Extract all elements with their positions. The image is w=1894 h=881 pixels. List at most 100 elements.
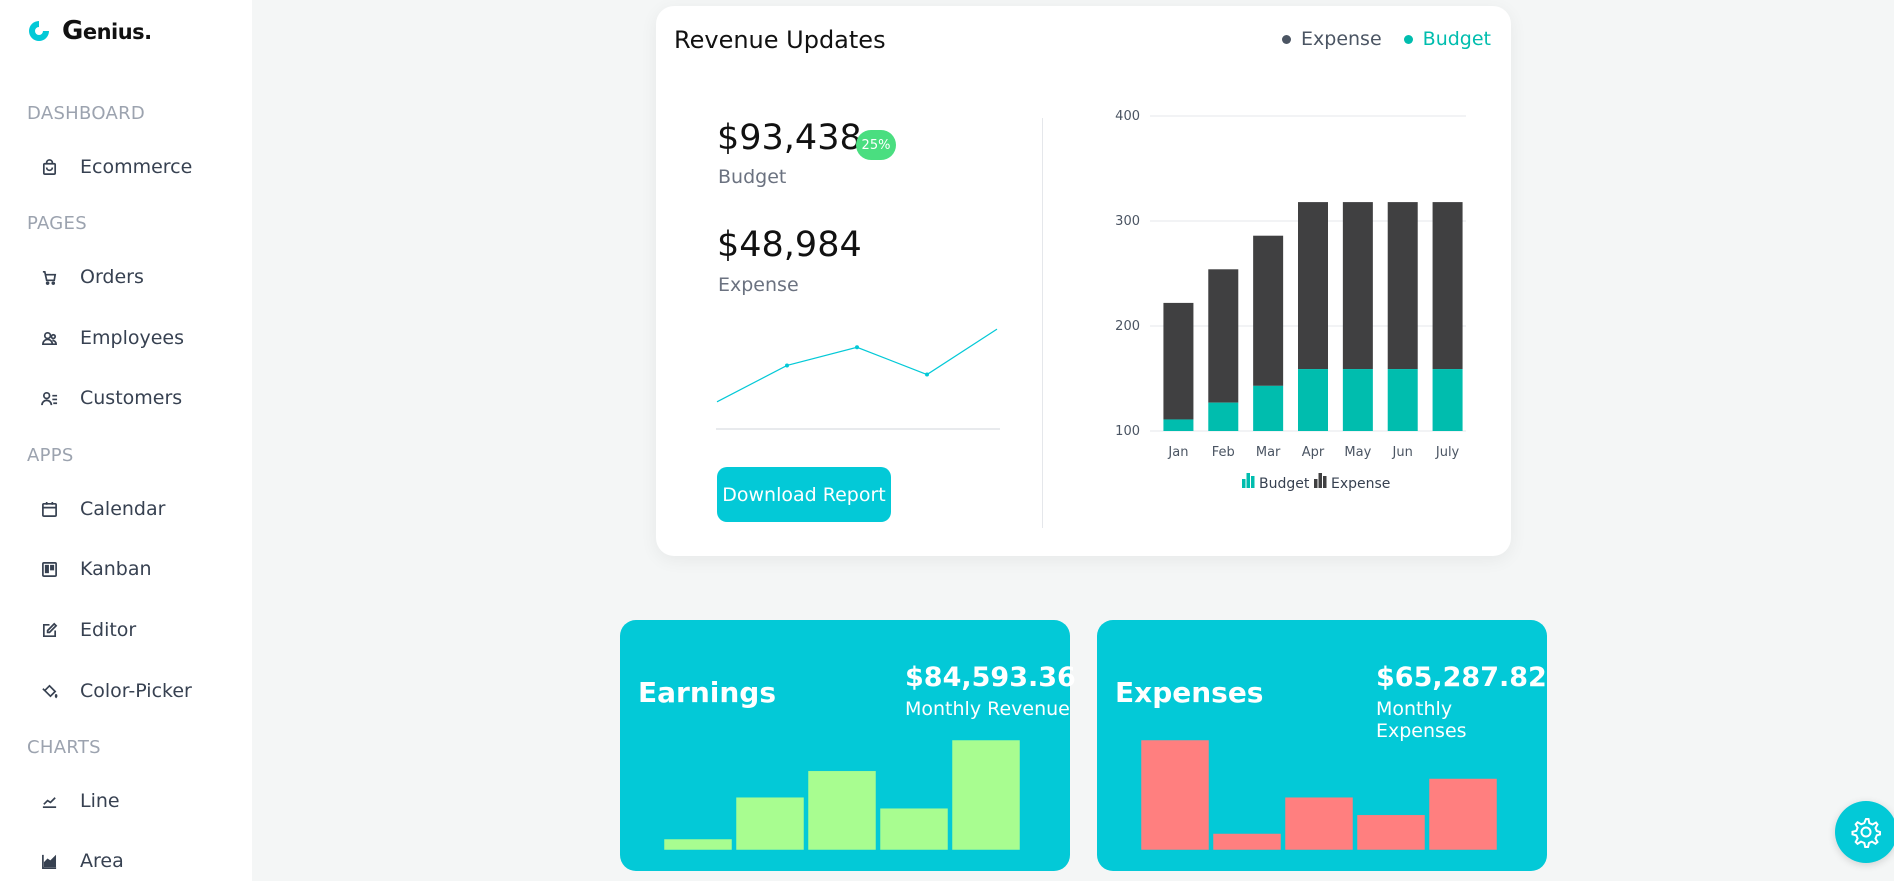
kanban-icon <box>40 560 58 578</box>
sidebar-item-ecommerce[interactable]: Ecommerce <box>40 151 192 183</box>
earnings-title: Earnings <box>638 676 777 709</box>
revenue-bar-chart: 100 200 300 400 Jan Feb Mar Apr May Jun July Budget… <box>1115 109 1466 492</box>
sidebar-item-label: Editor <box>80 619 137 641</box>
sidebar-item-label: Kanban <box>80 558 152 580</box>
section-title-charts: CHARTS <box>27 737 101 758</box>
x-tick-label: May <box>1344 445 1371 460</box>
legend-label: Expense <box>1331 476 1390 492</box>
sidebar: Genius. DASHBOARD Ecommerce PAGES Orders… <box>0 0 252 881</box>
sidebar-item-label: Calendar <box>80 498 166 520</box>
bar-expense <box>1253 235 1284 386</box>
bar-budget <box>1208 402 1239 431</box>
gear-icon <box>1851 818 1881 848</box>
divider <box>1042 118 1043 528</box>
sparkline-point <box>855 345 859 350</box>
bar-budget <box>1163 419 1194 431</box>
settings-button[interactable] <box>1835 801 1894 863</box>
sidebar-item-label: Orders <box>80 266 144 288</box>
sidebar-item-label: Color-Picker <box>80 680 192 702</box>
sidebar-item-label: Ecommerce <box>80 156 193 178</box>
bar-expense <box>1387 202 1418 370</box>
bar-expense <box>1298 202 1328 370</box>
section-title-dashboard: DASHBOARD <box>27 103 146 124</box>
y-tick-label: 400 <box>1115 109 1140 124</box>
sidebar-item-kanban[interactable]: Kanban <box>40 553 152 585</box>
y-tick-label: 200 <box>1115 319 1140 334</box>
legend-icon <box>1251 476 1255 488</box>
expense-dot-icon <box>1282 34 1292 44</box>
x-tick-label: Jun <box>1392 445 1413 460</box>
users-icon <box>40 329 58 347</box>
legend: Expense Budget <box>1282 28 1491 50</box>
expense-value: $48,984 <box>717 225 862 265</box>
sparkline-point <box>785 363 789 368</box>
legend-icon <box>1323 476 1327 488</box>
budget-dot-icon <box>1403 34 1413 44</box>
legend-expense: Expense <box>1282 28 1382 50</box>
bar-expense <box>1432 202 1463 370</box>
mini-bar <box>879 807 949 851</box>
legend-label: Budget <box>1259 476 1310 492</box>
percent-badge: 25% <box>856 130 896 160</box>
sidebar-item-orders[interactable]: Orders <box>40 261 144 293</box>
x-tick-label: July <box>1435 445 1460 460</box>
download-report-button[interactable]: Download Report <box>717 467 891 522</box>
area-chart-icon <box>40 852 58 870</box>
bar-budget <box>1387 369 1418 431</box>
x-tick-label: Feb <box>1212 445 1235 460</box>
mini-bar <box>1140 740 1210 851</box>
shopping-bag-icon <box>40 158 58 176</box>
customer-icon <box>40 389 58 407</box>
sidebar-item-calendar[interactable]: Calendar <box>40 493 165 525</box>
logo[interactable]: Genius. <box>26 16 152 46</box>
bar-expense <box>1163 302 1194 420</box>
earnings-card: Earnings $84,593.36 Monthly Revenue <box>620 620 1076 871</box>
sidebar-item-label: Employees <box>80 327 184 349</box>
earnings-mini-chart <box>663 740 1021 851</box>
y-tick-label: 100 <box>1115 424 1140 439</box>
mini-bar <box>735 796 805 851</box>
line-chart-icon <box>40 792 58 810</box>
sidebar-item-color-picker[interactable]: Color-Picker <box>40 675 192 707</box>
budget-label: Budget <box>718 166 787 188</box>
bar-expense <box>1208 269 1239 403</box>
expenses-sub: Monthly Expenses <box>1376 698 1467 742</box>
sidebar-item-label: Customers <box>80 387 183 409</box>
sidebar-item-line[interactable]: Line <box>40 785 120 817</box>
x-tick-label: Apr <box>1302 445 1325 460</box>
legend-icon <box>1242 479 1246 488</box>
mini-bar <box>1428 778 1498 851</box>
sidebar-item-editor[interactable]: Editor <box>40 614 136 646</box>
edit-icon <box>40 621 58 639</box>
sidebar-item-customers[interactable]: Customers <box>40 382 182 414</box>
earnings-sub: Monthly Revenue <box>905 698 1070 720</box>
card-title: Revenue Updates <box>674 26 886 54</box>
mini-bar <box>1284 796 1354 851</box>
sidebar-item-label: Line <box>80 790 120 812</box>
logo-icon <box>29 21 49 41</box>
expense-label: Expense <box>718 274 799 296</box>
sparkline-series <box>716 328 998 403</box>
sidebar-item-employees[interactable]: Employees <box>40 322 184 354</box>
legend-budget: Budget <box>1403 28 1491 50</box>
paint-bucket-icon <box>40 682 58 700</box>
bar-budget <box>1342 369 1373 431</box>
budget-value: $93,438 <box>717 118 862 158</box>
cart-icon <box>40 268 58 286</box>
revenue-updates-card: Revenue Updates Expense Budget $93,438 2… <box>656 6 1511 556</box>
calendar-icon <box>40 500 58 518</box>
legend-icon <box>1314 479 1318 488</box>
legend-icon <box>1246 473 1250 488</box>
sidebar-item-area[interactable]: Area <box>40 845 124 877</box>
x-tick-label: Mar <box>1256 445 1281 460</box>
sidebar-item-label: Area <box>80 850 124 872</box>
expenses-title: Expenses <box>1115 676 1264 709</box>
sparkline-point <box>925 372 929 377</box>
earnings-amount: $84,593.36 <box>905 662 1076 693</box>
x-tick-label: Jan <box>1167 445 1188 460</box>
y-tick-label: 300 <box>1115 214 1140 229</box>
bar-budget <box>1298 369 1328 431</box>
bar-budget <box>1432 369 1463 431</box>
mini-bar <box>663 838 733 851</box>
section-title-pages: PAGES <box>27 213 87 234</box>
